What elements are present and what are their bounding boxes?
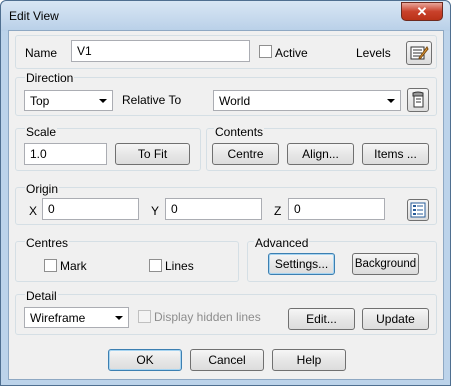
to-fit-button[interactable]: To Fit [115, 143, 190, 165]
align-button[interactable]: Align... [287, 143, 354, 165]
active-label: Active [275, 46, 308, 60]
centres-group-label: Centres [25, 236, 70, 250]
relative-to-label: Relative To [122, 93, 182, 107]
active-checkbox[interactable] [259, 45, 272, 58]
origin-z-input[interactable] [288, 198, 385, 220]
advanced-group-label: Advanced [254, 236, 310, 250]
mark-label: Mark [60, 259, 87, 273]
detail-edit-button[interactable]: Edit... [288, 308, 355, 330]
workplane-selector-button[interactable] [407, 88, 429, 112]
detail-group-label: Detail [25, 289, 58, 303]
name-input[interactable] [71, 40, 250, 62]
ok-button[interactable]: OK [108, 349, 182, 371]
help-button[interactable]: Help [272, 349, 346, 371]
scale-input[interactable] [24, 143, 107, 165]
cancel-button[interactable]: Cancel [190, 349, 264, 371]
relative-to-value: World [219, 94, 251, 108]
scale-group-label: Scale [25, 125, 58, 139]
levels-edit-button[interactable] [406, 41, 432, 65]
edit-view-dialog: Edit View ✕ Name Active Levels [0, 0, 451, 386]
y-label: Y [151, 204, 160, 218]
levels-edit-icon [410, 46, 429, 60]
dialog-body: Name Active Levels Direction Top Relativ [8, 30, 444, 380]
x-label: X [29, 204, 38, 218]
origin-group-label: Origin [25, 182, 60, 196]
window-title: Edit View [9, 9, 59, 23]
items-button[interactable]: Items ... [362, 143, 429, 165]
direction-value: Top [30, 94, 50, 108]
display-hidden-lines-label: Display hidden lines [154, 310, 261, 324]
chevron-down-icon [115, 316, 123, 320]
coordinate-list-icon [410, 202, 426, 218]
close-button[interactable]: ✕ [401, 2, 443, 21]
update-button[interactable]: Update [362, 308, 429, 330]
title-bar[interactable]: Edit View ✕ [1, 1, 450, 31]
origin-y-input[interactable] [165, 198, 262, 220]
mark-checkbox[interactable] [44, 259, 57, 272]
lines-label: Lines [165, 259, 194, 273]
name-group: Name Active Levels [15, 35, 437, 69]
centre-button[interactable]: Centre [212, 143, 279, 165]
levels-label: Levels [356, 46, 391, 60]
workplane-selector-icon [412, 91, 424, 108]
lines-checkbox[interactable] [149, 259, 162, 272]
name-label: Name [25, 46, 58, 60]
display-hidden-lines-checkbox[interactable] [138, 310, 151, 323]
direction-group-label: Direction [25, 71, 75, 85]
z-label: Z [274, 204, 282, 218]
detail-mode-value: Wireframe [30, 311, 86, 325]
chevron-down-icon [99, 99, 107, 103]
direction-select[interactable]: Top [24, 90, 113, 111]
settings-button[interactable]: Settings... [268, 253, 335, 275]
background-button[interactable]: Background [352, 253, 419, 275]
close-icon: ✕ [416, 3, 428, 19]
coordinate-list-button[interactable] [407, 199, 429, 221]
contents-group-label: Contents [214, 125, 265, 139]
relative-to-select[interactable]: World [213, 90, 401, 111]
chevron-down-icon [387, 99, 395, 103]
detail-mode-select[interactable]: Wireframe [24, 307, 129, 328]
origin-x-input[interactable] [42, 198, 139, 220]
